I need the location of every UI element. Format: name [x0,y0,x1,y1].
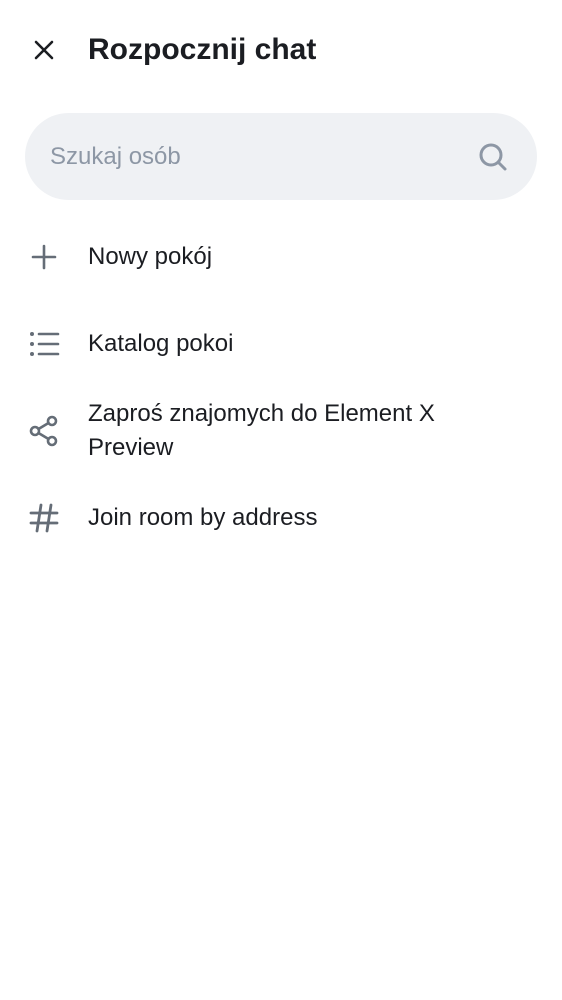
plus-icon [28,241,60,273]
page-title: Rozpocznij chat [88,33,317,66]
share-icon [28,415,60,447]
menu-item-room-directory[interactable]: Katalog pokoi [0,317,562,371]
menu-item-label: Zaproś znajomych do Element X Preview [88,400,435,461]
search-bar[interactable] [25,113,537,200]
close-icon [34,40,54,60]
menu-item-new-room[interactable]: Nowy pokój [0,230,562,284]
menu-item-invite-friends[interactable]: Zaproś znajomych do Element X Preview [0,396,562,468]
search-icon[interactable] [477,141,509,173]
close-button[interactable] [20,26,68,74]
search-input[interactable] [50,113,450,200]
menu-item-join-by-address[interactable]: Join room by address [0,492,562,546]
menu-item-label: Nowy pokój [88,243,213,270]
hash-icon [28,502,60,534]
menu-item-label: Katalog pokoi [88,330,234,357]
top-app-bar: Rozpocznij chat [0,0,562,100]
list-icon [28,328,60,360]
menu-item-label: Join room by address [88,504,318,531]
